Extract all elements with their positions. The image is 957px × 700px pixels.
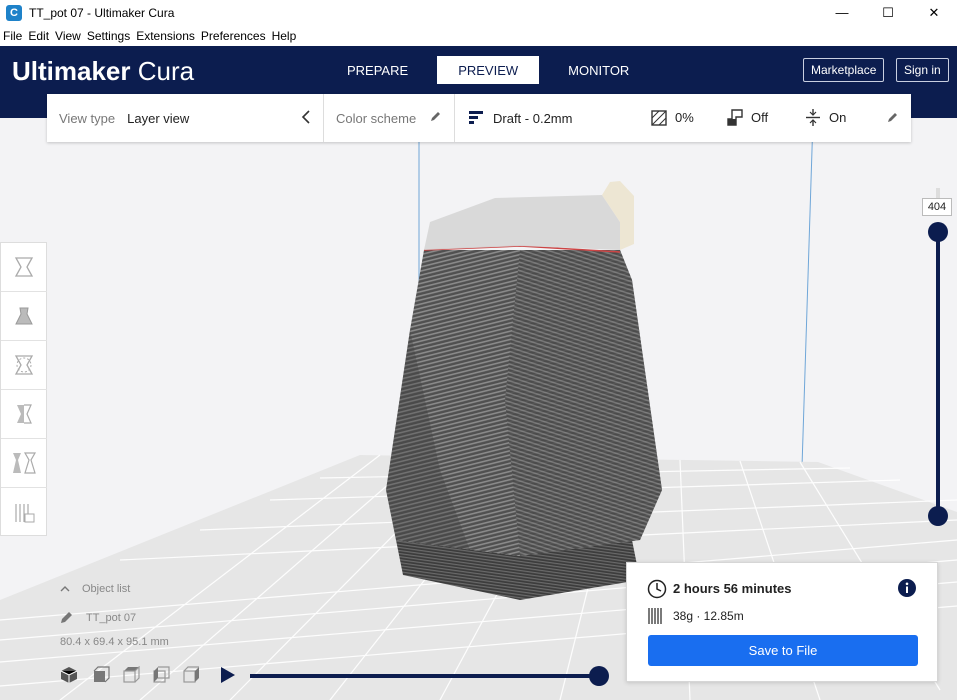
window-title: TT_pot 07 - Ultimaker Cura xyxy=(29,5,175,20)
infill-value: 0% xyxy=(675,110,694,125)
maximize-button[interactable]: ☐ xyxy=(865,0,911,25)
front-view-icon[interactable] xyxy=(92,665,110,687)
layer-slider[interactable]: 404 xyxy=(922,188,952,528)
print-setup-selector[interactable]: Draft - 0.2mm 0% Off On xyxy=(455,94,911,142)
minimize-button[interactable]: — xyxy=(819,0,865,25)
view-type-label: View type xyxy=(59,110,116,126)
left-view-icon[interactable] xyxy=(152,665,170,687)
support-icon xyxy=(727,109,743,129)
menu-help[interactable]: Help xyxy=(269,29,300,43)
infill-icon xyxy=(651,110,667,129)
move-tool-icon[interactable] xyxy=(1,243,47,292)
simulation-progress-handle[interactable] xyxy=(589,666,609,686)
layer-slider-track[interactable] xyxy=(936,224,940,518)
info-icon[interactable] xyxy=(897,578,917,601)
scale-tool-icon[interactable] xyxy=(1,292,47,341)
tab-preview[interactable]: PREVIEW xyxy=(437,56,540,84)
clock-icon xyxy=(647,579,667,602)
logo-light-text: Cura xyxy=(137,56,195,86)
object-info-panel: Object list TT_pot 07 80.4 x 69.4 x 95.1… xyxy=(60,580,169,651)
save-to-file-button[interactable]: Save to File xyxy=(648,635,918,666)
3d-view-icon[interactable] xyxy=(60,666,78,687)
ultimaker-cura-logo: Ultimaker Cura xyxy=(12,56,194,87)
print-information-panel: 2 hours 56 minutes 38g · 12.85m Save to … xyxy=(626,562,938,682)
chevron-left-icon[interactable] xyxy=(301,110,311,127)
menu-preferences[interactable]: Preferences xyxy=(198,29,269,43)
title-bar: C TT_pot 07 - Ultimaker Cura — ☐ ✕ xyxy=(0,0,957,25)
menu-file[interactable]: File xyxy=(0,29,25,43)
stage-tabs: PREPARE PREVIEW MONITOR xyxy=(328,56,648,84)
color-scheme-label: Color scheme xyxy=(336,110,417,126)
view-type-value: Layer view xyxy=(127,110,190,126)
close-button[interactable]: ✕ xyxy=(911,0,957,25)
tool-panel xyxy=(0,242,47,536)
layer-slider-top-handle[interactable] xyxy=(928,222,948,242)
menu-settings[interactable]: Settings xyxy=(84,29,133,43)
adhesion-value: On xyxy=(829,110,847,125)
object-list-label: Object list xyxy=(82,583,131,595)
per-model-settings-icon[interactable] xyxy=(1,439,47,488)
object-list-toggle[interactable]: Object list xyxy=(60,580,169,598)
view-and-playback-controls xyxy=(60,664,609,688)
edit-settings-pencil-icon[interactable] xyxy=(887,111,899,126)
color-scheme-selector[interactable]: Color scheme xyxy=(324,94,455,142)
support-value: Off xyxy=(751,110,769,125)
menu-edit[interactable]: Edit xyxy=(25,29,52,43)
object-name: TT_pot 07 xyxy=(86,612,137,624)
profile-icon xyxy=(469,110,485,127)
view-type-selector[interactable]: View type Layer view xyxy=(47,94,324,142)
tab-monitor[interactable]: MONITOR xyxy=(549,56,648,84)
object-dimensions: 80.4 x 69.4 x 95.1 mm xyxy=(60,636,169,648)
tab-prepare[interactable]: PREPARE xyxy=(328,56,427,84)
logo-bold-text: Ultimaker xyxy=(12,56,131,86)
print-settings-bar: View type Layer view Color scheme Draft … xyxy=(47,94,911,142)
top-view-icon[interactable] xyxy=(122,665,140,687)
menu-view[interactable]: View xyxy=(52,29,84,43)
adhesion-icon xyxy=(805,109,821,129)
support-blocker-icon[interactable] xyxy=(1,488,47,537)
current-layer-label[interactable]: 404 xyxy=(922,198,952,216)
cura-app-icon: C xyxy=(6,4,22,21)
filament-spool-icon xyxy=(648,607,664,628)
simulation-progress-track[interactable] xyxy=(250,666,609,686)
object-pencil-icon xyxy=(60,610,74,627)
chevron-up-icon[interactable] xyxy=(60,583,70,595)
sign-in-button[interactable]: Sign in xyxy=(896,58,949,82)
rotate-tool-icon[interactable] xyxy=(1,341,47,390)
menu-extensions[interactable]: Extensions xyxy=(133,29,198,43)
pencil-icon[interactable] xyxy=(430,110,442,125)
menu-bar: File Edit View Settings Extensions Prefe… xyxy=(0,25,957,46)
profile-value: Draft - 0.2mm xyxy=(493,110,573,126)
layer-slider-bottom-handle[interactable] xyxy=(928,506,948,526)
play-simulation-icon[interactable] xyxy=(220,666,236,687)
print-time: 2 hours 56 minutes xyxy=(673,581,792,596)
mirror-tool-icon[interactable] xyxy=(1,390,47,439)
material-usage: 38g · 12.85m xyxy=(673,609,744,623)
marketplace-button[interactable]: Marketplace xyxy=(803,58,885,82)
right-view-icon[interactable] xyxy=(182,665,200,687)
